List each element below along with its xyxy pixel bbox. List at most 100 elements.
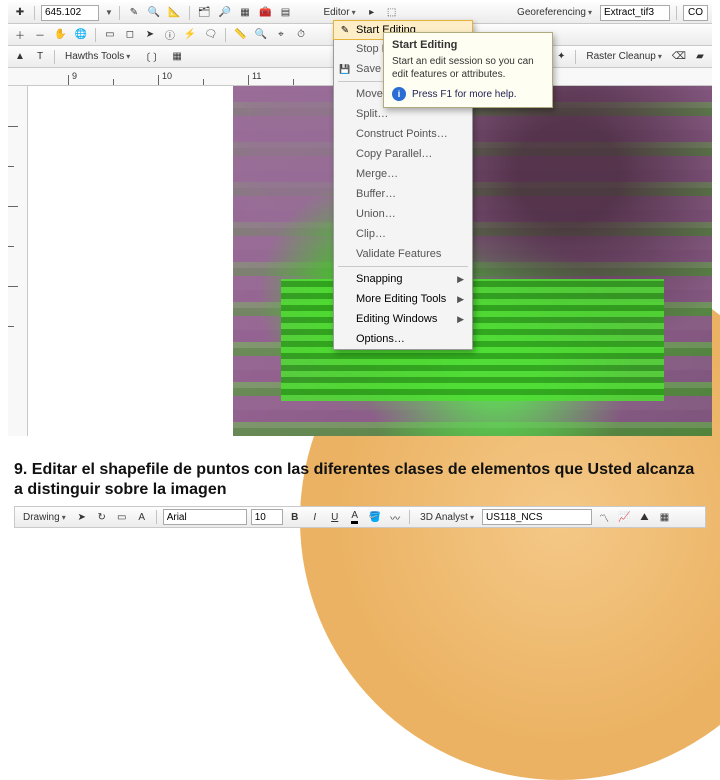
editor-dropdown-label: Editor <box>323 7 349 18</box>
raster-cleanup-dropdown[interactable]: Raster Cleanup▾ <box>582 51 666 62</box>
3d-icon[interactable]: ▦ <box>656 509 672 525</box>
add-data-icon[interactable]: ✚ <box>12 5 28 21</box>
font-size-select[interactable] <box>251 509 283 525</box>
time-slider-icon[interactable]: ⏱ <box>293 27 309 43</box>
underline-icon[interactable]: U <box>327 509 343 525</box>
python-icon[interactable]: ▦ <box>237 5 253 21</box>
text-icon[interactable]: A <box>134 509 150 525</box>
pencil-icon <box>338 23 352 37</box>
menu-copy-parallel: Copy Parallel… <box>334 144 472 164</box>
save-icon <box>338 62 352 76</box>
chevron-down-icon: ▾ <box>470 513 474 522</box>
eraser-icon[interactable]: ⌫ <box>670 49 688 65</box>
fill-color-icon[interactable]: 🪣 <box>367 509 383 525</box>
rotate-icon[interactable]: ↻ <box>94 509 110 525</box>
menu-item-label: Editing Windows <box>356 313 437 325</box>
font-select[interactable] <box>163 509 247 525</box>
menu-item-label: Copy Parallel… <box>356 148 432 160</box>
hawths-dropdown[interactable]: Hawths Tools▾ <box>61 51 134 62</box>
rectangle-icon[interactable]: ▭ <box>114 509 130 525</box>
analyst-layer-select[interactable] <box>482 509 592 525</box>
chevron-down-icon[interactable]: ▼ <box>105 8 113 17</box>
chevron-down-icon: ▾ <box>588 8 592 17</box>
toolbox-icon[interactable]: 🧰 <box>257 5 273 21</box>
html-popup-icon[interactable]: 🗨 <box>202 27 219 43</box>
toolbar-drawing: Drawing▾ ➤ ↻ ▭ A B I U A 🪣 〰 3D Analyst▾… <box>14 506 706 528</box>
editor-dropdown[interactable]: Editor▾ <box>319 7 359 18</box>
clear-selection-icon[interactable]: ◻ <box>122 27 138 43</box>
profile-icon[interactable]: 📈 <box>616 509 632 525</box>
menu-item-label: Options… <box>356 333 405 345</box>
select-icon[interactable]: ▭ <box>102 27 118 43</box>
menu-item-label: Split… <box>356 108 388 120</box>
analyst-dropdown[interactable]: 3D Analyst▾ <box>416 512 478 523</box>
menu-snapping[interactable]: Snapping▶ <box>334 269 472 289</box>
measure2-icon[interactable]: 📏 <box>232 27 248 43</box>
italic-icon[interactable]: I <box>307 509 323 525</box>
interpolate-icon[interactable]: 〽 <box>596 509 612 525</box>
zoom-in-icon[interactable]: ＋ <box>12 27 28 43</box>
georef-dropdown[interactable]: Georeferencing▾ <box>513 7 596 18</box>
co-button[interactable]: CO <box>683 5 708 21</box>
steepest-icon[interactable]: ⛰ <box>636 509 652 525</box>
pan-icon[interactable]: ✋ <box>52 27 68 43</box>
submenu-arrow-icon: ▶ <box>457 314 464 325</box>
hawths-label: Hawths Tools <box>65 51 124 62</box>
grid-icon[interactable]: ▦ <box>169 49 185 65</box>
chevron-down-icon: ▾ <box>126 52 130 61</box>
submenu-arrow-icon: ▶ <box>457 294 464 305</box>
hyperlink-icon[interactable]: ⚡ <box>182 27 198 43</box>
font-color-icon[interactable]: A <box>347 509 363 525</box>
find2-icon[interactable]: 🔍 <box>253 27 269 43</box>
flicker-icon[interactable]: ✦ <box>553 49 569 65</box>
catalog-icon[interactable]: 🗂 <box>196 5 213 21</box>
bold-icon[interactable]: B <box>287 509 303 525</box>
ruler-tick-label: 9 <box>72 71 77 81</box>
tooltip-start-editing: Start Editing Start an edit session so y… <box>383 32 553 108</box>
menu-item-label: Union… <box>356 208 396 220</box>
identify-icon[interactable]: ⓘ <box>162 27 178 43</box>
layout-north-icon[interactable]: ▲ <box>12 49 28 65</box>
full-extent-icon[interactable]: 🌐 <box>72 27 88 43</box>
menu-buffer: Buffer… <box>334 184 472 204</box>
measure-icon[interactable]: 📐 <box>166 5 182 21</box>
edit-vertices-icon[interactable]: ⬚ <box>384 5 400 21</box>
tooltip-title: Start Editing <box>392 39 544 51</box>
layout-text-icon[interactable]: T <box>32 49 48 65</box>
ruler-vertical <box>8 86 28 436</box>
analyst-label: 3D Analyst <box>420 512 468 523</box>
line-color-icon[interactable]: 〰 <box>387 509 403 525</box>
drawing-dropdown[interactable]: Drawing▾ <box>19 512 70 523</box>
chevron-down-icon: ▾ <box>62 513 66 522</box>
chevron-down-icon: ▾ <box>352 8 356 17</box>
menu-item-label: Clip… <box>356 228 386 240</box>
info-icon: i <box>392 87 406 101</box>
menu-merge: Merge… <box>334 164 472 184</box>
model-icon[interactable]: ▤ <box>277 5 293 21</box>
drawing-label: Drawing <box>23 512 60 523</box>
menu-more-editing-tools[interactable]: More Editing Tools ▶ <box>334 289 472 309</box>
menu-item-label: Validate Features <box>356 248 441 260</box>
scale-input[interactable] <box>41 5 99 21</box>
editor-toolbar-icon[interactable]: ✎ <box>126 5 142 21</box>
zoom-out-icon[interactable]: － <box>32 27 48 43</box>
menu-item-label: Construct Points… <box>356 128 448 140</box>
find-icon[interactable]: 🔍 <box>146 5 162 21</box>
tooltip-help: i Press F1 for more help. <box>392 87 544 101</box>
georef-layer-input[interactable] <box>600 5 670 21</box>
edit-tool-icon[interactable]: ▸ <box>364 5 380 21</box>
ruler-tick-label: 10 <box>162 71 172 81</box>
menu-construct-points: Construct Points… <box>334 124 472 144</box>
menu-editing-windows[interactable]: Editing Windows ▶ <box>334 309 472 329</box>
select-elements-icon[interactable]: ➤ <box>74 509 90 525</box>
menu-options[interactable]: Options… <box>334 329 472 349</box>
gotoxy-icon[interactable]: ⌖ <box>273 27 289 43</box>
fill-icon[interactable]: ▰ <box>692 49 708 65</box>
raster-cleanup-label: Raster Cleanup <box>586 51 655 62</box>
menu-item-label: More Editing Tools <box>356 293 446 305</box>
search-icon[interactable]: 🔎 <box>217 5 233 21</box>
pointer-icon[interactable]: ➤ <box>142 27 158 43</box>
tooltip-help-text: Press F1 for more help. <box>412 89 516 100</box>
bracket-icon[interactable]: 〔 〕 <box>138 49 165 65</box>
menu-item-label: Merge… <box>356 168 398 180</box>
